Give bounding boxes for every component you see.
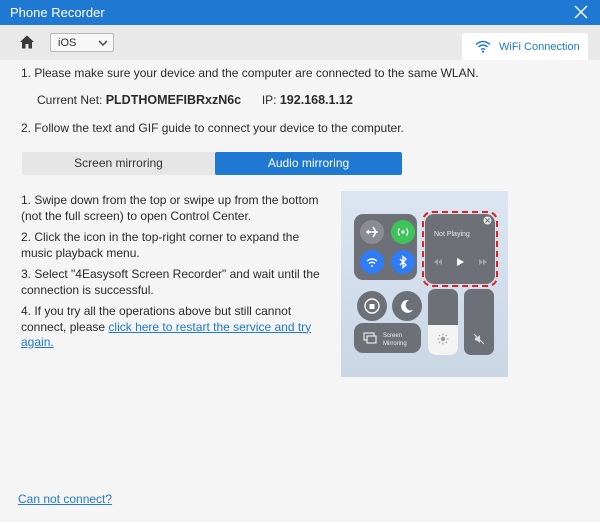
rotation-lock-icon: [357, 291, 387, 321]
window-title: Phone Recorder: [10, 5, 105, 20]
cant-connect-link[interactable]: Can not connect?: [18, 492, 112, 506]
network-info: Current Net: PLDTHOMEFIBRxzN6c IP: 192.1…: [37, 93, 353, 107]
guide-step-2: 2. Click the icon in the top-right corne…: [21, 230, 300, 260]
ip-value: 192.168.1.12: [279, 93, 353, 107]
guide-step-3: 3. Select "4Easysoft Screen Recorder" an…: [21, 267, 320, 297]
cellular-icon: [391, 220, 415, 244]
guide-step-4: 4. If you try all the operations above b…: [21, 304, 321, 351]
ip-label: IP:: [261, 93, 277, 107]
guide-step-1: 1. Swipe down from the top or swipe up f…: [21, 193, 319, 223]
airplay-audio-icon: [483, 216, 492, 225]
tab-wifi-connection[interactable]: WiFi Connection: [462, 33, 588, 60]
mute-icon: [473, 333, 485, 345]
volume-slider: [464, 289, 494, 355]
close-icon[interactable]: [574, 4, 588, 20]
playback-controls-icon: [434, 258, 487, 266]
home-icon[interactable]: [19, 34, 35, 50]
now-playing-text: Not Playing: [434, 231, 470, 238]
brightness-slider: [428, 289, 458, 355]
os-select-value: iOS: [58, 37, 77, 49]
mirroring-tabs: Screen mirroring Audio mirroring: [22, 152, 402, 175]
guide-steps: 1. Swipe down from the top or swipe up f…: [21, 193, 321, 357]
wifi-icon: [475, 40, 491, 53]
step-2-text: 2. Follow the text and GIF guide to conn…: [21, 121, 404, 135]
current-net-label: Current Net:: [37, 93, 103, 107]
control-center-guide-image: Not Playing Screen Mirroring: [341, 191, 508, 377]
wifi-tab-label: WiFi Connection: [499, 41, 580, 53]
bluetooth-icon: [391, 250, 415, 274]
tab-audio-mirroring[interactable]: Audio mirroring: [215, 152, 402, 175]
screen-mirroring-icon: [363, 332, 377, 344]
wifi-toggle-icon: [360, 250, 384, 274]
current-net-value: PLDTHOMEFIBRxzN6c: [105, 93, 242, 107]
chevron-down-icon: [98, 40, 108, 46]
title-bar: Phone Recorder: [0, 0, 600, 25]
step-1-text: 1. Please make sure your device and the …: [21, 66, 479, 80]
airplane-mode-icon: [360, 220, 384, 244]
main-content: 1. Please make sure your device and the …: [0, 60, 600, 522]
tab-screen-mirroring[interactable]: Screen mirroring: [22, 152, 215, 175]
do-not-disturb-icon: [392, 291, 422, 321]
os-select[interactable]: iOS: [50, 33, 114, 52]
brightness-icon: [437, 333, 449, 345]
screen-mirroring-label: Screen Mirroring: [383, 333, 407, 347]
